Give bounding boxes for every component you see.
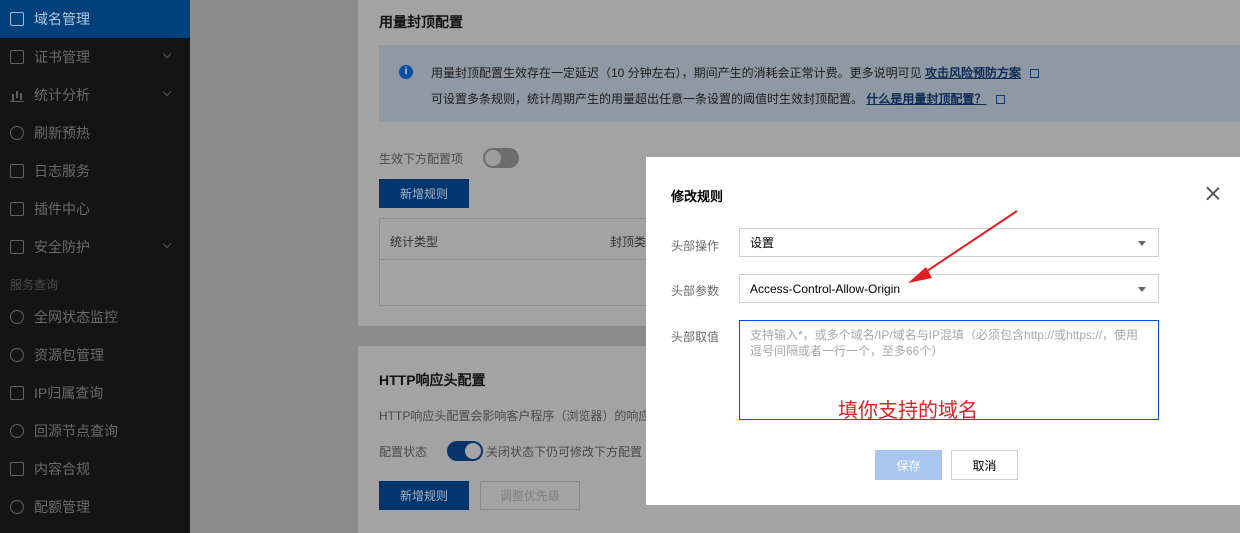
header-param-select[interactable]: Access-Control-Allow-Origin [739, 274, 1159, 303]
panel-description: HTTP响应头配置会影响客户程序（浏览器）的响应 [379, 409, 651, 423]
adjust-priority-button[interactable]: 调整优先级 [480, 481, 580, 510]
notice-link[interactable]: 什么是用量封顶配置？ [866, 92, 986, 106]
header-operation-label: 头部操作 [671, 239, 720, 253]
sidebar-item-label: 插件中心 [34, 201, 90, 217]
notice-link[interactable]: 攻击风险预防方案 [925, 66, 1021, 80]
panel-title: 用量封顶配置 [379, 14, 463, 30]
ip-icon [10, 386, 24, 400]
chevron-down-icon [162, 239, 172, 249]
sidebar-item-label: 配额管理 [34, 499, 90, 515]
domain-icon [10, 12, 24, 26]
bar-chart-icon [10, 88, 24, 102]
sidebar-section-label: 服务查询 [10, 277, 59, 292]
search-node-icon [10, 424, 24, 438]
notice-text: 可设置多条规则，统计周期产生的用量超出任意一条设置的阈值时生效封顶配置。 [431, 92, 864, 106]
header-operation-select[interactable]: 设置 [739, 228, 1159, 257]
caret-down-icon [1138, 287, 1146, 292]
shield-icon [10, 240, 24, 254]
sidebar-item-compliance[interactable]: 内容合规 [0, 450, 190, 488]
quota-icon [10, 500, 24, 514]
header-param-label: 头部参数 [671, 284, 720, 298]
info-notice: i 用量封顶配置生效存在一定延迟（10 分钟左右），期间产生的消耗会正常计费。更… [379, 45, 1240, 122]
column-header: 统计类型 [390, 235, 439, 249]
usage-cap-toggle[interactable] [483, 148, 519, 168]
notice-line: 可设置多条规则，统计周期产生的用量超出任意一条设置的阈值时生效封顶配置。 什么是… [431, 90, 1005, 107]
sidebar-item-plugins[interactable]: 插件中心 [0, 190, 190, 228]
plugin-icon [10, 202, 24, 216]
column-header: 封顶类 [610, 235, 647, 249]
notice-text: 用量封顶配置生效存在一定延迟（10 分钟左右），期间产生的消耗会正常计费。更多说… [431, 66, 922, 80]
sidebar-item-certificate[interactable]: 证书管理 [0, 38, 190, 76]
external-link-icon [1030, 69, 1040, 78]
save-button[interactable]: 保存 [875, 450, 942, 480]
select-value: 设置 [750, 236, 775, 250]
sidebar-item-label: 域名管理 [34, 11, 90, 27]
sidebar-item-domain[interactable]: 域名管理 [0, 0, 190, 38]
toggle-label: 生效下方配置项 [379, 152, 464, 166]
sidebar-item-packages[interactable]: 资源包管理 [0, 336, 190, 374]
close-icon[interactable] [1204, 185, 1222, 203]
monitor-icon [10, 310, 24, 324]
status-label: 配置状态 [379, 445, 428, 459]
sidebar-item-label: 日志服务 [34, 163, 90, 179]
sidebar-item-label: 统计分析 [34, 87, 90, 103]
modal-title: 修改规则 [671, 189, 724, 204]
edit-rule-modal: 修改规则 头部操作 设置 头部参数 Access-Control-Allow-O… [646, 157, 1240, 505]
caret-down-icon [1138, 241, 1146, 246]
sidebar-item-label: 资源包管理 [34, 347, 104, 363]
header-value-label: 头部取值 [671, 330, 720, 344]
status-hint: 关闭状态下仍可修改下方配置 [486, 445, 643, 459]
add-rule-button[interactable]: 新增规则 [379, 179, 469, 208]
sidebar-item-ip-lookup[interactable]: IP归属查询 [0, 374, 190, 412]
sidebar-item-quota[interactable]: 配额管理 [0, 488, 190, 526]
sidebar-item-origin-node[interactable]: 回源节点查询 [0, 412, 190, 450]
sidebar-item-label: 回源节点查询 [34, 423, 118, 439]
sidebar: 域名管理 证书管理 统计分析 刷新预热 日志服务 插件中心 安全防护 服务查询 … [0, 0, 190, 533]
sidebar-item-label: 全网状态监控 [34, 309, 118, 325]
sidebar-item-label: 刷新预热 [34, 125, 90, 141]
http-header-toggle[interactable] [447, 441, 483, 461]
sidebar-item-label: IP归属查询 [34, 385, 104, 401]
add-rule-button[interactable]: 新增规则 [379, 481, 469, 510]
cancel-button[interactable]: 取消 [951, 450, 1018, 480]
sidebar-item-monitor[interactable]: 全网状态监控 [0, 298, 190, 336]
notice-line: 用量封顶配置生效存在一定延迟（10 分钟左右），期间产生的消耗会正常计费。更多说… [431, 64, 1040, 81]
sidebar-item-label: 内容合规 [34, 461, 90, 477]
sidebar-item-logs[interactable]: 日志服务 [0, 152, 190, 190]
chevron-down-icon [162, 87, 172, 97]
sidebar-item-refresh[interactable]: 刷新预热 [0, 114, 190, 152]
refresh-icon [10, 126, 24, 140]
certificate-icon [10, 50, 24, 64]
sidebar-item-label: 安全防护 [34, 239, 90, 255]
sidebar-item-security[interactable]: 安全防护 [0, 228, 190, 266]
chevron-down-icon [162, 49, 172, 59]
external-link-icon [995, 95, 1005, 104]
info-icon: i [399, 65, 413, 79]
log-icon [10, 164, 24, 178]
sidebar-item-label: 证书管理 [34, 49, 90, 65]
annotation-text: 填你支持的域名 [838, 400, 978, 422]
sidebar-item-statistics[interactable]: 统计分析 [0, 76, 190, 114]
package-icon [10, 348, 24, 362]
select-value: Access-Control-Allow-Origin [750, 281, 901, 296]
image-icon [10, 462, 24, 476]
panel-title: HTTP响应头配置 [379, 372, 486, 388]
